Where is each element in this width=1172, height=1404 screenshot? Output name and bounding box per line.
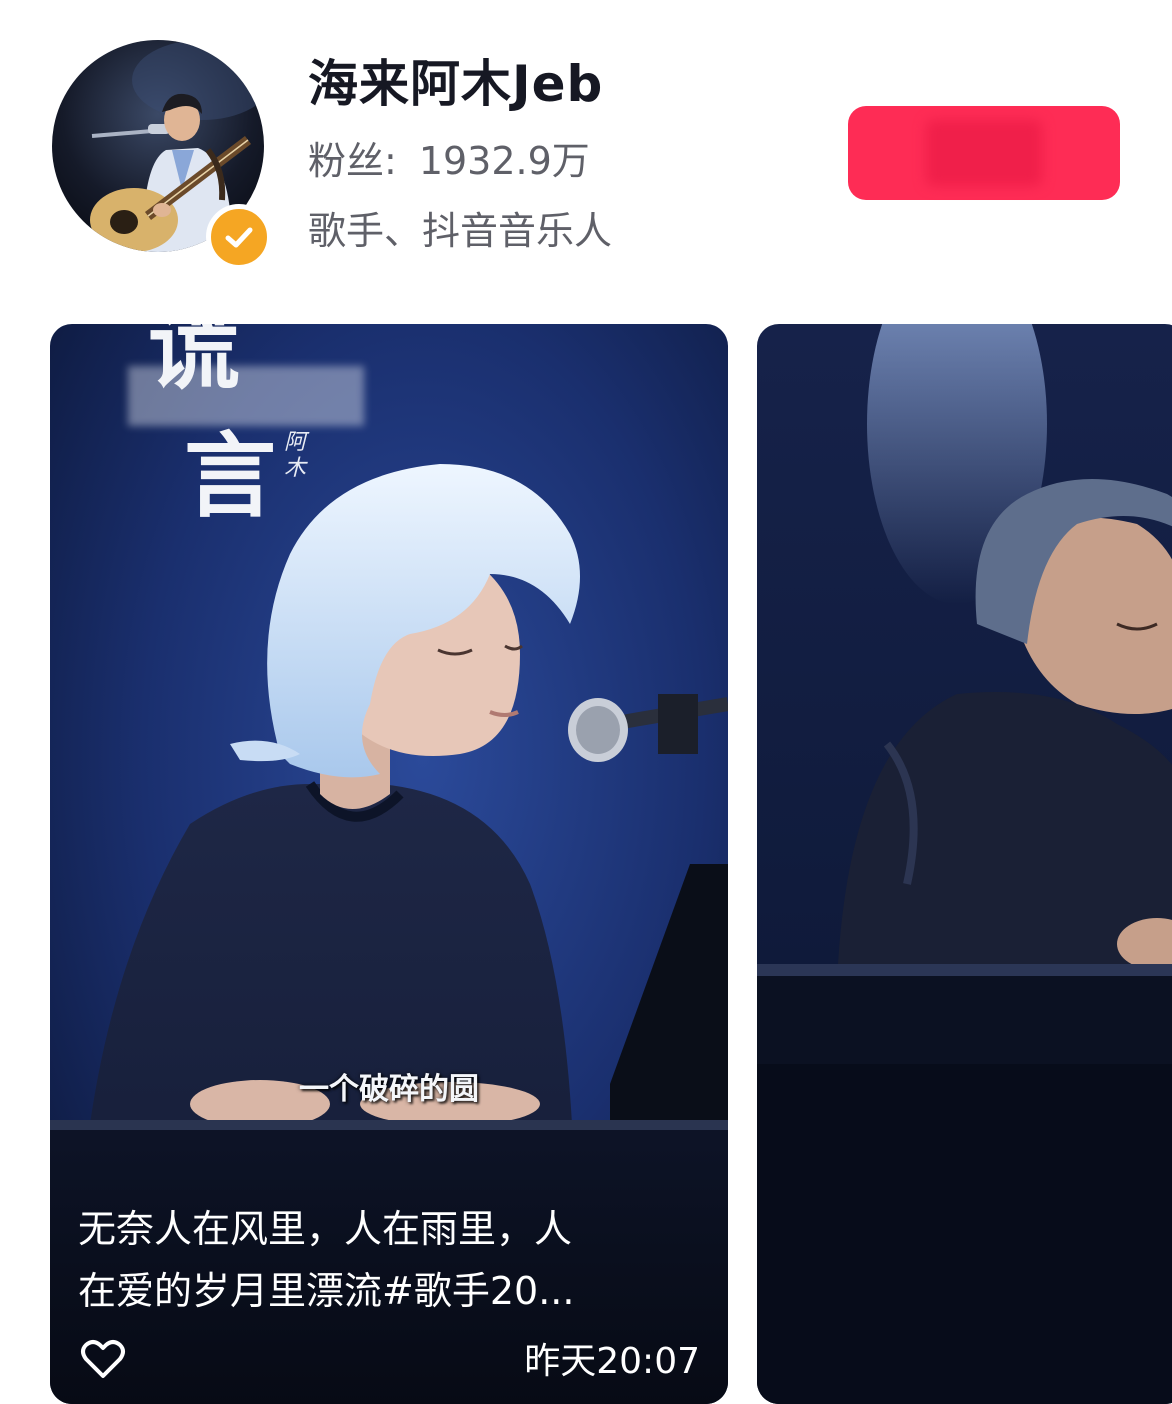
video-card[interactable] bbox=[757, 324, 1172, 1404]
fans-label: 粉丝: bbox=[308, 139, 397, 183]
song-title-char: 言 bbox=[184, 422, 277, 530]
post-time: 昨天20:07 bbox=[524, 1341, 700, 1382]
fans-count: 粉丝: 1932.9万 bbox=[308, 130, 590, 185]
video-caption-line: 在爱的岁月里漂流#歌手20... bbox=[78, 1269, 575, 1313]
follow-button[interactable] bbox=[848, 106, 1120, 200]
video-caption-line: 无奈人在风里，人在雨里，人 bbox=[78, 1207, 573, 1251]
video-thumbnail bbox=[757, 324, 1172, 1404]
check-icon bbox=[225, 227, 253, 248]
song-title-art: 谎 言 阿木 bbox=[100, 324, 364, 550]
video-card[interactable]: 谎 言 阿木 一个破碎的圆 无奈人在风里，人在雨里，人 在爱的岁月里漂流#歌手2… bbox=[50, 324, 728, 1404]
profile-header: 海来阿木Jeb 粉丝: 1932.9万 歌手、抖音音乐人 bbox=[0, 0, 1172, 300]
video-subtitle: 一个破碎的圆 bbox=[299, 1072, 479, 1107]
profile-name: 海来阿木Jeb bbox=[308, 55, 604, 113]
fans-number: 1932.9万 bbox=[418, 139, 590, 183]
profile-tags: 歌手、抖音音乐人 bbox=[308, 209, 613, 253]
artist-signature: 阿木 bbox=[284, 430, 307, 481]
song-title-top-char: 谎 bbox=[148, 324, 241, 402]
heart-icon[interactable] bbox=[80, 1336, 126, 1382]
follow-button-label-blurred bbox=[926, 120, 1042, 186]
video-caption: 无奈人在风里，人在雨里，人 在爱的岁月里漂流#歌手20... bbox=[78, 1198, 708, 1322]
verified-badge bbox=[206, 204, 272, 270]
